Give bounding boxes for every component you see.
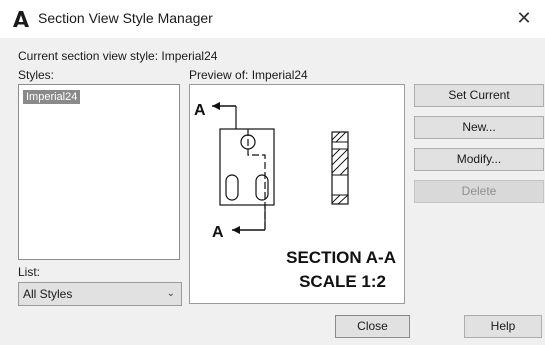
title-bar: Section View Style Manager ✕ [0, 0, 545, 38]
help-button[interactable]: Help [464, 315, 542, 338]
style-item-imperial24[interactable]: Imperial24 [23, 90, 81, 104]
current-style-label: Current section view style: Imperial24 [18, 49, 218, 63]
close-icon[interactable]: ✕ [513, 7, 535, 29]
styles-listbox[interactable]: Imperial24 [18, 84, 180, 260]
autocad-icon [13, 11, 29, 27]
close-button[interactable]: Close [335, 315, 410, 338]
section-caption-title: SECTION A-A [286, 248, 396, 267]
delete-style-button[interactable]: Delete [414, 180, 544, 203]
list-filter-value: All Styles [23, 287, 73, 301]
section-view-style-manager-dialog: Section View Style Manager ✕ Current sec… [0, 0, 545, 345]
set-current-button[interactable]: Set Current [414, 84, 544, 107]
list-filter-label: List: [18, 265, 41, 279]
new-style-button[interactable]: New... [414, 116, 544, 139]
section-hatch-view [331, 131, 349, 205]
section-marker-bottom: A [212, 224, 224, 241]
chevron-down-icon: ⌄ [166, 288, 175, 299]
styles-label: Styles: [18, 68, 55, 82]
modify-style-button[interactable]: Modify... [414, 148, 544, 171]
preview-label: Preview of: Imperial24 [189, 68, 308, 82]
preview-pane: A A SECTION A-A SCALE 1:2 [189, 84, 405, 304]
section-view-preview: A A SECTION A-A SCALE 1:2 [194, 102, 396, 291]
section-caption-scale: SCALE 1:2 [299, 272, 386, 291]
list-filter-dropdown[interactable]: All Styles ⌄ [18, 282, 182, 306]
section-marker-top: A [194, 102, 206, 119]
window-title: Section View Style Manager [38, 10, 213, 26]
